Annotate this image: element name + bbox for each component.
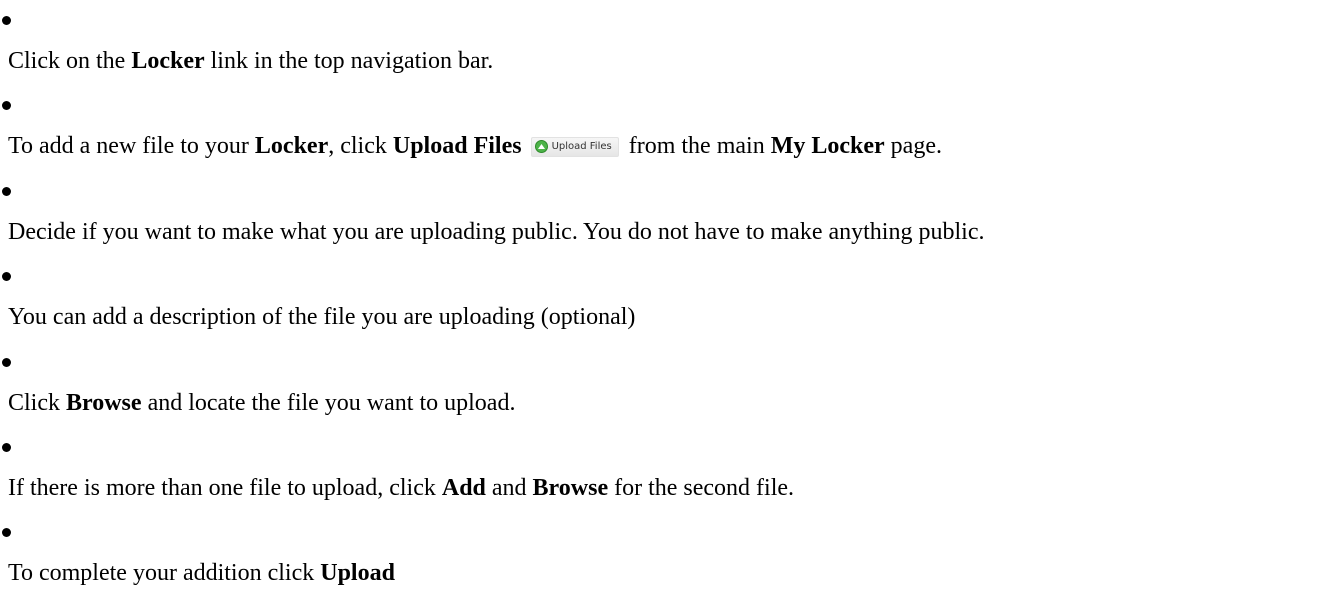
step-text: Decide if you want to make what you are … (8, 218, 985, 245)
step-text-segment: To complete your addition click (8, 560, 321, 587)
list-item: If there is more than one file to upload… (0, 427, 1338, 512)
list-item: Click Browse and locate the file you wan… (0, 342, 1338, 427)
step-text-segment: To add a new file to your (8, 133, 255, 160)
locker-term: Locker (254, 133, 329, 160)
bullet-icon (2, 442, 11, 452)
step-text: Click on the Locker link in the top navi… (8, 46, 493, 76)
step-text-segment: Click (8, 389, 66, 416)
step-text: You can add a description of the file yo… (8, 304, 636, 331)
bullet-icon (2, 272, 11, 282)
step-text-segment: and (485, 474, 533, 501)
instruction-list: Click on the Locker link in the top navi… (0, 0, 1338, 598)
my-locker-term: My Locker (770, 133, 885, 160)
step-text-segment: page. (884, 133, 942, 160)
step-text: To complete your addition click Upload (8, 558, 395, 588)
list-item: You can add a description of the file yo… (0, 256, 1338, 341)
locker-term: Locker (131, 48, 205, 74)
step-text-segment: from the main (622, 133, 771, 160)
step-text-segment: If there is more than one file to upload… (8, 474, 442, 501)
step-text-segment: Click on the (8, 48, 132, 74)
bullet-icon (2, 186, 11, 196)
step-text: If there is more than one file to upload… (8, 473, 794, 503)
upload-files-button-label: Upload Files (551, 140, 612, 152)
list-item: Decide if you want to make what you are … (0, 171, 1338, 256)
step-text-segment: link in the top navigation bar. (204, 48, 494, 74)
upload-term: Upload (320, 560, 395, 587)
upload-files-button[interactable]: Upload Files (530, 136, 619, 157)
bullet-icon (2, 357, 11, 367)
upload-arrow-icon (534, 140, 548, 154)
list-item: To add a new file to your Locker, click … (0, 85, 1338, 170)
list-item: Click on the Locker link in the top navi… (0, 0, 1338, 85)
step-text-segment: for the second file. (608, 474, 795, 501)
browse-term: Browse (66, 389, 142, 416)
bullet-icon (2, 101, 11, 111)
step-text: To add a new file to your Locker, click … (8, 131, 942, 161)
bullet-icon (2, 16, 11, 25)
list-item: To complete your addition click Upload (0, 512, 1338, 597)
step-text-segment: , click (328, 133, 393, 160)
add-term: Add (441, 474, 486, 501)
bullet-icon (2, 528, 11, 538)
upload-files-term: Upload Files (392, 133, 522, 160)
browse-term: Browse (532, 474, 609, 501)
step-text: Click Browse and locate the file you wan… (8, 388, 515, 418)
step-text-segment: and locate the file you want to upload. (141, 389, 516, 416)
